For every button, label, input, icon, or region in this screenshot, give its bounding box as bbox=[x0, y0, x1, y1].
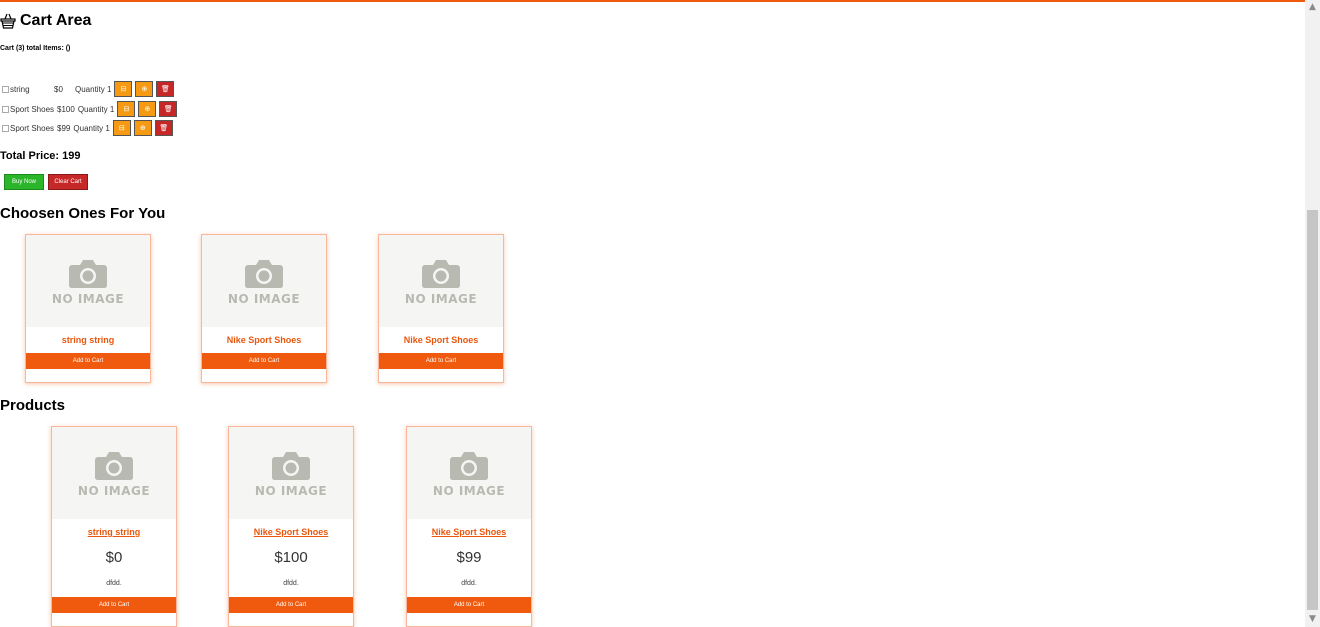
product-card: NO IMAGE Nike Sport Shoes $99 dfdd. Add … bbox=[406, 426, 532, 627]
no-image-text: NO IMAGE bbox=[254, 483, 328, 498]
products-section-title: Products bbox=[0, 397, 66, 414]
chosen-product-card: NO IMAGE Nike Sport Shoes Add to Cart bbox=[378, 234, 504, 383]
no-image-placeholder: NO IMAGE bbox=[407, 427, 531, 519]
no-image-text: NO IMAGE bbox=[432, 483, 506, 498]
product-price: $100 bbox=[274, 549, 308, 566]
add-to-cart-button[interactable]: Add to Cart bbox=[202, 353, 326, 369]
camera-icon bbox=[422, 259, 460, 288]
total-price: Total Price: 199 bbox=[0, 150, 81, 162]
product-name: string string bbox=[61, 335, 115, 345]
no-image-placeholder: NO IMAGE bbox=[202, 235, 326, 327]
no-image-text: NO IMAGE bbox=[404, 291, 478, 306]
cart-item-quantity: Quantity 1 bbox=[73, 123, 110, 133]
cart-item-quantity: Quantity 1 bbox=[77, 104, 115, 114]
no-image-placeholder: NO IMAGE bbox=[229, 427, 353, 519]
cart-item-price: $99 bbox=[57, 123, 71, 133]
delete-item-button[interactable]: 🗑 bbox=[154, 120, 173, 136]
chosen-section-title: Choosen Ones For You bbox=[0, 205, 166, 222]
cart-summary: Cart (3) total Items: () bbox=[0, 45, 71, 52]
cart-item-name: Sport Shoes bbox=[10, 104, 55, 114]
vertical-scrollbar[interactable]: ▲ ▼ bbox=[1305, 0, 1320, 627]
camera-icon bbox=[245, 259, 283, 288]
page: Cart Area Cart (3) total Items: () strin… bbox=[0, 0, 1305, 627]
product-name-link[interactable]: Nike Sport Shoes bbox=[229, 519, 353, 545]
cart-item-image: Sport Shoes bbox=[2, 105, 54, 114]
scrollbar-thumb[interactable] bbox=[1307, 210, 1318, 610]
scroll-down-arrow-icon[interactable]: ▼ bbox=[1305, 612, 1320, 627]
cart-item-name: string bbox=[10, 84, 30, 94]
decrease-quantity-button[interactable]: ⊟ bbox=[114, 81, 133, 97]
no-image-placeholder: NO IMAGE bbox=[26, 235, 150, 327]
scroll-up-arrow-icon[interactable]: ▲ bbox=[1305, 0, 1320, 15]
basket-icon bbox=[0, 13, 16, 29]
increase-quantity-button[interactable]: ⊕ bbox=[133, 120, 152, 136]
cart-title-text: Cart Area bbox=[20, 12, 92, 29]
product-description: dfdd. bbox=[283, 580, 299, 587]
product-card: NO IMAGE Nike Sport Shoes $100 dfdd. Add… bbox=[228, 426, 354, 627]
product-name: Nike Sport Shoes bbox=[226, 335, 302, 345]
camera-icon bbox=[69, 259, 107, 288]
camera-icon bbox=[272, 451, 310, 480]
no-image-text: NO IMAGE bbox=[51, 291, 125, 306]
cart-item-price: $100 bbox=[57, 104, 75, 114]
decrease-quantity-button[interactable]: ⊟ bbox=[112, 120, 131, 136]
no-image-placeholder: NO IMAGE bbox=[379, 235, 503, 327]
broken-image-icon bbox=[2, 85, 9, 93]
add-to-cart-button[interactable]: Add to Cart bbox=[26, 353, 150, 369]
product-name-link[interactable]: Nike Sport Shoes bbox=[407, 519, 531, 545]
cart-item-quantity: Quantity 1 bbox=[75, 84, 112, 94]
product-name: Nike Sport Shoes bbox=[403, 335, 479, 345]
delete-item-button[interactable]: 🗑 bbox=[156, 81, 175, 97]
product-description: dfdd. bbox=[461, 580, 477, 587]
cart-item-image: Sport Shoes bbox=[2, 124, 54, 133]
chosen-product-card: NO IMAGE Nike Sport Shoes Add to Cart bbox=[201, 234, 327, 383]
no-image-placeholder: NO IMAGE bbox=[52, 427, 176, 519]
no-image-text: NO IMAGE bbox=[227, 291, 301, 306]
product-price: $0 bbox=[105, 549, 123, 566]
increase-quantity-button[interactable]: ⊕ bbox=[135, 81, 154, 97]
add-to-cart-button[interactable]: Add to Cart bbox=[229, 597, 353, 613]
clear-cart-button[interactable]: Clear Cart bbox=[48, 174, 88, 190]
no-image-text: NO IMAGE bbox=[77, 483, 151, 498]
cart-row: Sport Shoes $100 Quantity 1 ⊟ ⊕ 🗑 bbox=[2, 100, 178, 118]
camera-icon bbox=[95, 451, 133, 480]
broken-image-icon bbox=[2, 105, 9, 113]
chosen-product-card: NO IMAGE string string Add to Cart bbox=[25, 234, 151, 383]
top-accent-bar bbox=[0, 0, 1305, 2]
add-to-cart-button[interactable]: Add to Cart bbox=[379, 353, 503, 369]
broken-image-icon bbox=[2, 124, 9, 132]
cart-item-price: $0 bbox=[54, 84, 63, 94]
cart-row: string $0 Quantity 1 ⊟ ⊕ 🗑 bbox=[2, 80, 175, 98]
buy-now-button[interactable]: Buy Now bbox=[4, 174, 44, 190]
camera-icon bbox=[450, 451, 488, 480]
product-card: NO IMAGE string string $0 dfdd. Add to C… bbox=[51, 426, 177, 627]
add-to-cart-button[interactable]: Add to Cart bbox=[52, 597, 176, 613]
increase-quantity-button[interactable]: ⊕ bbox=[138, 101, 157, 117]
product-description: dfdd. bbox=[106, 580, 122, 587]
product-price: $99 bbox=[456, 549, 482, 566]
add-to-cart-button[interactable]: Add to Cart bbox=[407, 597, 531, 613]
delete-item-button[interactable]: 🗑 bbox=[159, 101, 178, 117]
cart-item-name: Sport Shoes bbox=[10, 123, 55, 133]
cart-title: Cart Area bbox=[0, 12, 91, 30]
cart-row: Sport Shoes $99 Quantity 1 ⊟ ⊕ 🗑 bbox=[2, 119, 173, 137]
product-name-link[interactable]: string string bbox=[52, 519, 176, 545]
decrease-quantity-button[interactable]: ⊟ bbox=[117, 101, 136, 117]
cart-item-image: string bbox=[2, 85, 54, 94]
